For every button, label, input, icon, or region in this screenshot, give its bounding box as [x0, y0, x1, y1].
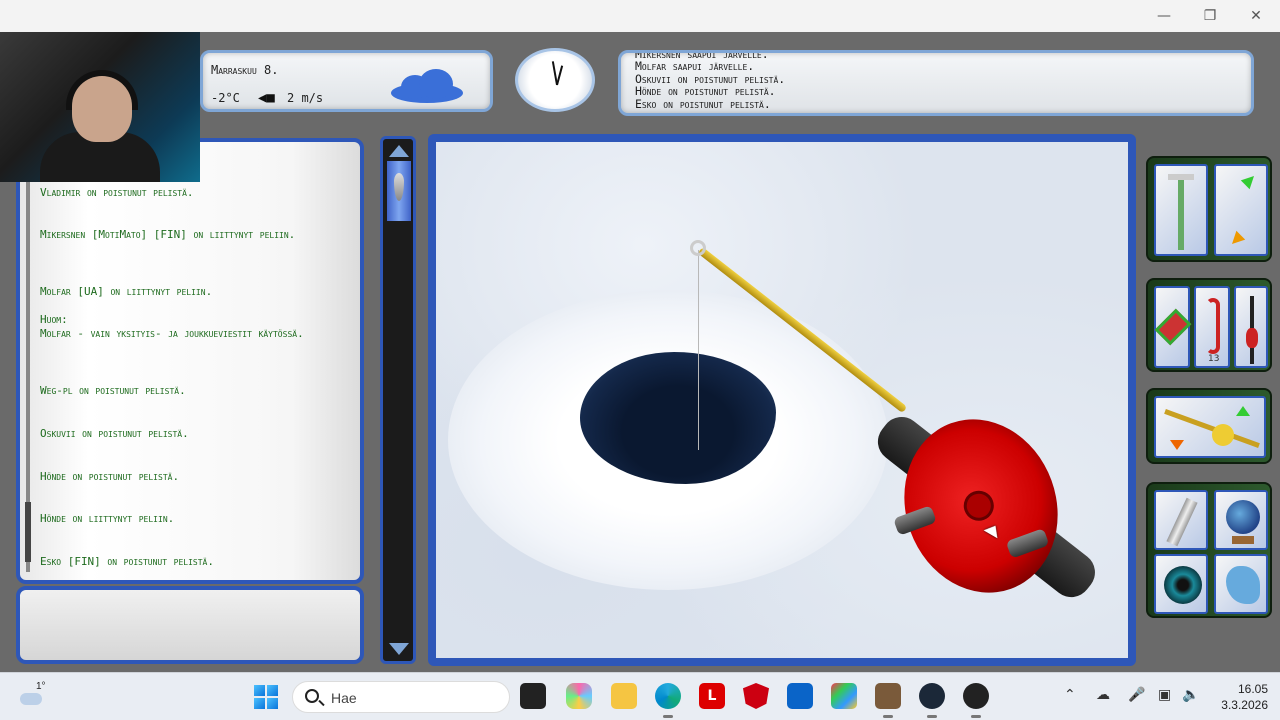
search-icon [305, 689, 319, 703]
cloud-icon [20, 693, 42, 705]
network-icon[interactable]: ▣ [1158, 687, 1171, 703]
gauge-up-icon[interactable] [389, 145, 409, 157]
clock-time: 16.05 [1237, 682, 1268, 696]
weather-temperature: -2°C [211, 91, 240, 105]
folder-icon[interactable] [611, 683, 637, 709]
float-icon[interactable] [1234, 286, 1268, 368]
tool-panel-equipment [1146, 482, 1272, 618]
chat-message: Hönde on poistunut pelistä. [40, 470, 180, 483]
fishing-line [698, 250, 699, 450]
fishing-rod-icon[interactable] [1154, 396, 1266, 458]
taskbar-search[interactable]: Hae [292, 681, 510, 713]
cloud-icon [387, 69, 467, 105]
taskbar-temperature: 1° [36, 681, 46, 692]
chat-message: Esko [FIN] on poistunut pelistä. [40, 555, 214, 568]
chat-message: Molfar [UA] on liittynyt peliin. [40, 285, 213, 298]
fishing-view[interactable] [428, 134, 1136, 666]
cloud-sync-icon[interactable]: ☁ [1096, 687, 1110, 703]
weather-date: Marraskuu 8. [211, 63, 279, 77]
chat-log: Vladimir on poistunut pelistä. Mikersnen… [16, 138, 364, 584]
search-placeholder: Hae [331, 690, 357, 706]
game-area: Marraskuu 8. -2°C ◀■ 2 m/s Mikersnen saa… [0, 32, 1280, 672]
chat-message: Weg-pl on poistunut pelistä. [40, 384, 186, 397]
obs-icon[interactable] [963, 683, 989, 718]
news-item: Esko on poistunut pelistä. [635, 96, 771, 111]
swap-arrows-icon[interactable] [1214, 164, 1268, 256]
sonar-icon[interactable] [1154, 554, 1208, 614]
tool-panel-drill [1146, 156, 1272, 262]
weather-panel: Marraskuu 8. -2°C ◀■ 2 m/s [200, 50, 493, 112]
ice-auger-icon[interactable] [1154, 164, 1208, 256]
l-app-icon[interactable]: L [699, 683, 725, 709]
lure-icon[interactable] [1154, 286, 1192, 368]
chat-message: Vladimir on poistunut pelistä. [40, 186, 194, 199]
worm-icon[interactable]: 13 [1194, 286, 1230, 368]
ice-hole[interactable] [580, 352, 776, 484]
file-explorer-icon[interactable] [520, 683, 546, 709]
window-titlebar: — ❐ ✕ [0, 0, 1280, 32]
bait-count: 13 [1208, 354, 1220, 364]
weather-wind-speed: 2 m/s [287, 91, 324, 105]
news-item: Hönde on poistunut pelistä. [635, 84, 776, 99]
game-icon[interactable] [875, 683, 901, 718]
volume-icon[interactable]: 🔈 [1182, 687, 1199, 703]
minimize-icon[interactable]: — [1141, 0, 1187, 32]
start-button[interactable] [254, 685, 278, 709]
close-icon[interactable]: ✕ [1233, 0, 1279, 32]
depth-gauge[interactable] [380, 136, 416, 664]
tool-panel-rod [1146, 388, 1272, 464]
chat-message: Oskuvii on poistunut pelistä. [40, 427, 189, 440]
chat-message: Huom: Molfar - vain yksityis- ja joukkue… [40, 313, 304, 340]
taskbar-weather[interactable]: 1° [20, 681, 60, 713]
flashlight-icon[interactable] [1154, 490, 1208, 550]
steam-icon[interactable] [919, 683, 945, 718]
chat-message: Hönde on liittynyt peliin. [40, 512, 175, 525]
edge-icon[interactable] [655, 683, 681, 718]
restore-icon[interactable]: ❐ [1187, 0, 1233, 32]
news-item: Molfar saapui järvelle. [635, 59, 755, 74]
microphone-icon[interactable]: 🎤 [1128, 687, 1145, 703]
news-panel: Mikersnen saapui järvelle. Molfar saapui… [618, 50, 1254, 116]
chat-message: Mikersnen [MotiMato] [FIN] on liittynyt … [40, 228, 296, 241]
map-icon[interactable] [1214, 554, 1268, 614]
chat-input[interactable] [16, 586, 364, 664]
game-clock [515, 48, 595, 112]
arrow-left-icon: ◀■ [258, 90, 275, 106]
chat-scroll-thumb[interactable] [25, 502, 31, 562]
mcafee-icon[interactable] [743, 683, 769, 709]
store-icon[interactable] [831, 683, 857, 709]
outlook-icon[interactable] [787, 683, 813, 709]
chat-scrollbar[interactable] [25, 162, 31, 572]
clock-date: 3.3.2026 [1221, 698, 1268, 712]
rod-tip [690, 240, 706, 256]
chevron-up-icon[interactable]: ⌃ [1064, 687, 1076, 703]
taskbar-clock[interactable]: 16.05 3.3.2026 [1212, 681, 1268, 713]
taskbar: 1° Hae L ⌃ ☁ 🎤 ▣ 🔈 16.05 3.3.2026 [0, 672, 1280, 720]
copilot-icon[interactable] [566, 683, 592, 709]
tool-panel-bait: 13 [1146, 278, 1272, 372]
webcam-overlay [0, 32, 200, 182]
gauge-down-icon[interactable] [389, 643, 409, 655]
globe-icon[interactable] [1214, 490, 1268, 550]
